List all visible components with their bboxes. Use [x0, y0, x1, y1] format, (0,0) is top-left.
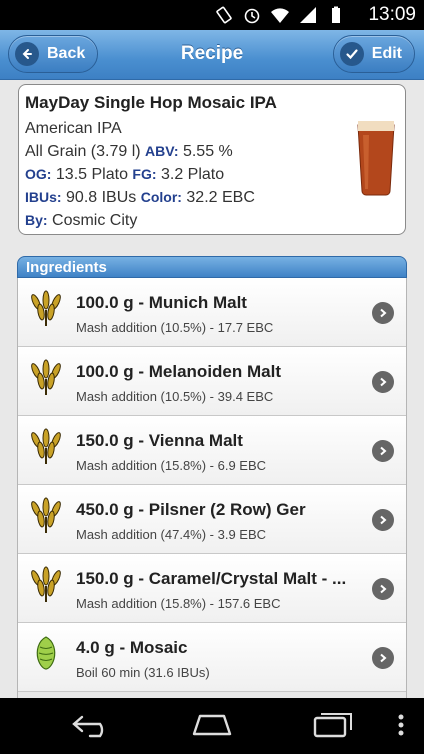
beer-glass-icon [357, 121, 395, 196]
rotation-icon [216, 6, 232, 24]
ingredient-detail: Mash addition (15.8%) - 6.9 EBC [76, 458, 267, 473]
color-label: Color: [140, 189, 182, 205]
ibu-value: 90.8 IBUs [66, 189, 137, 206]
ingredients-header: Ingredients [17, 256, 407, 278]
chevron-right-icon[interactable] [372, 647, 394, 669]
og-label: OG: [25, 166, 52, 182]
chevron-right-icon[interactable] [372, 578, 394, 600]
fg-value: 3.2 Plato [160, 166, 225, 183]
ingredient-row[interactable]: 150.0 g - Caramel/Crystal Malt - ... Mas… [18, 554, 406, 623]
edit-button[interactable]: Edit [332, 35, 415, 73]
grain-icon [31, 359, 61, 395]
wifi-icon [271, 8, 289, 23]
ingredient-detail: Mash addition (10.5%) - 17.7 EBC [76, 320, 274, 335]
header-bar: Back Recipe Edit [0, 30, 424, 80]
grain-icon [31, 497, 61, 533]
ingredient-row[interactable]: 4.0 g - Mosaic Boil 60 min (31.6 IBUs) [18, 623, 406, 692]
gravity-row: OG: 13.5 Plato FG: 3.2 Plato [25, 163, 399, 186]
abv-label: ABV: [145, 143, 179, 159]
ingredient-detail: Mash addition (10.5%) - 39.4 EBC [76, 389, 274, 404]
ingredient-title: 100.0 g - Melanoiden Malt [76, 362, 281, 381]
ingredient-title: 150.0 g - Vienna Malt [76, 431, 243, 450]
edit-button-label: Edit [371, 45, 402, 62]
recipe-name: MayDay Single Hop Mosaic IPA [25, 93, 277, 112]
chevron-right-icon[interactable] [372, 302, 394, 324]
by-label: By: [25, 212, 48, 228]
ingredient-title: 4.0 g - Mosaic [76, 638, 188, 657]
ingredient-row[interactable]: 100.0 g - Munich Malt Mash addition (10.… [18, 278, 406, 347]
nav-home-icon[interactable] [190, 712, 234, 738]
og-value: 13.5 Plato [55, 166, 128, 183]
chevron-right-icon[interactable] [372, 440, 394, 462]
ingredient-detail: Boil 60 min (31.6 IBUs) [76, 665, 210, 680]
nav-overflow-icon[interactable] [396, 712, 406, 738]
status-time: 13:09 [368, 4, 416, 25]
author-value: Cosmic City [52, 212, 138, 229]
recipe-style: American IPA [25, 120, 122, 137]
abv-value: 5.55 % [182, 143, 233, 160]
battery-icon [332, 6, 340, 23]
recipe-summary-card[interactable]: MayDay Single Hop Mosaic IPA American IP… [18, 84, 406, 235]
ibu-color-row: IBUs: 90.8 IBUs Color: 32.2 EBC [25, 186, 399, 209]
grain-icon [31, 428, 61, 464]
ingredient-title: 150.0 g - Caramel/Crystal Malt - ... [76, 569, 347, 588]
author-row: By: Cosmic City [25, 209, 399, 232]
ingredient-title: 450.0 g - Pilsner (2 Row) Ger [76, 500, 306, 519]
grain-icon [31, 566, 61, 602]
status-icons [214, 5, 346, 25]
ingredient-row[interactable]: 450.0 g - Pilsner (2 Row) Ger Mash addit… [18, 485, 406, 554]
alarm-icon [244, 8, 260, 24]
ingredient-detail: Mash addition (47.4%) - 3.9 EBC [76, 527, 267, 542]
signal-icon [300, 7, 316, 23]
ingredients-list[interactable]: 100.0 g - Munich Malt Mash addition (10.… [17, 278, 407, 698]
ingredient-row[interactable]: 100.0 g - Melanoiden Malt Mash addition … [18, 347, 406, 416]
nav-back-icon[interactable] [70, 712, 116, 738]
color-value: 32.2 EBC [186, 189, 255, 206]
check-icon [339, 42, 364, 66]
hop-icon [36, 636, 56, 670]
nav-recents-icon[interactable] [311, 712, 355, 738]
chevron-right-icon[interactable] [372, 371, 394, 393]
system-nav-bar [0, 698, 424, 754]
ibu-label: IBUs: [25, 189, 62, 205]
ingredient-row[interactable]: 150.0 g - Vienna Malt Mash addition (15.… [18, 416, 406, 485]
recipe-method: All Grain (3.79 l) [25, 143, 141, 160]
ingredient-detail: Mash addition (15.8%) - 157.6 EBC [76, 596, 281, 611]
recipe-method-row: All Grain (3.79 l) ABV: 5.55 % [25, 140, 399, 163]
status-bar: 13:09 [0, 0, 424, 30]
grain-icon [31, 290, 61, 326]
chevron-right-icon[interactable] [372, 509, 394, 531]
ingredient-title: 100.0 g - Munich Malt [76, 293, 247, 312]
fg-label: FG: [132, 166, 157, 182]
